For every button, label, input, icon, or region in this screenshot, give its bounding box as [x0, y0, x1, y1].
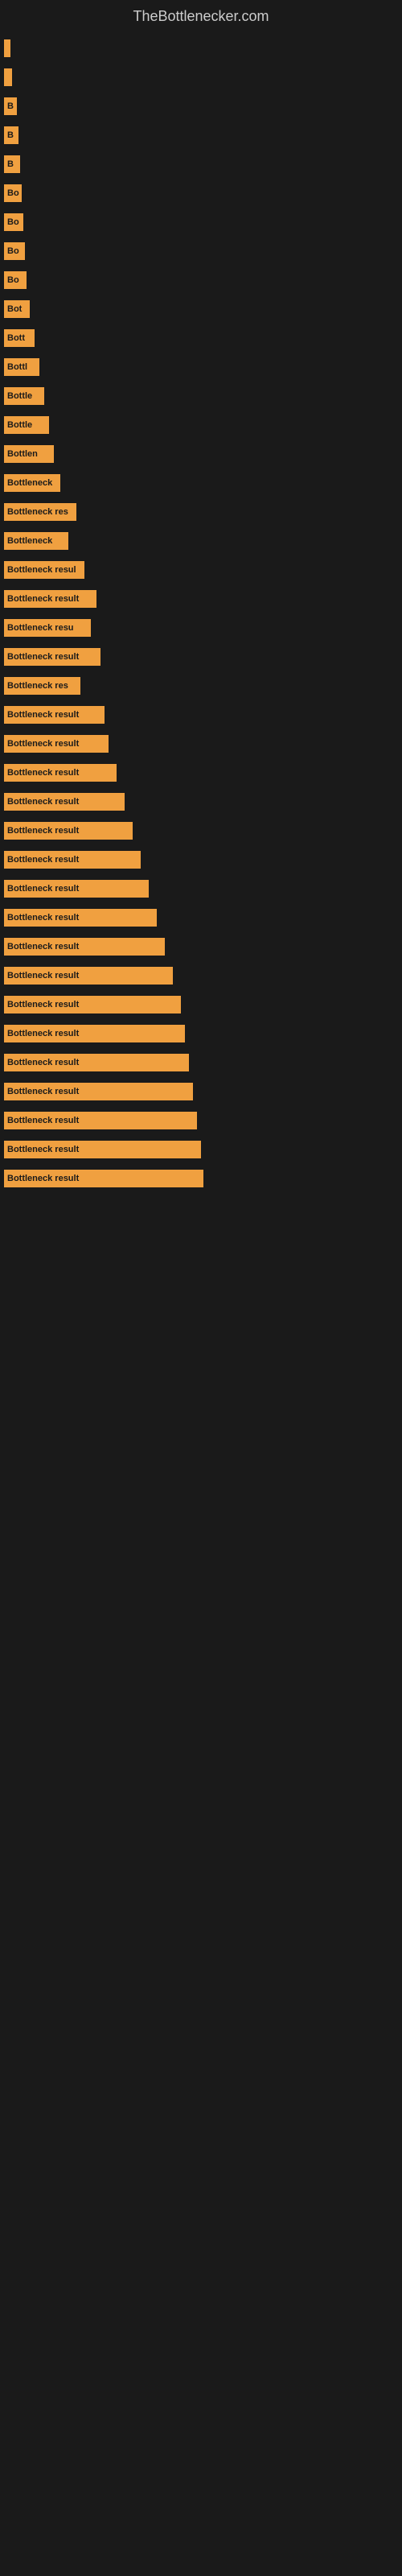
bar-row: Bottleneck res	[4, 501, 394, 523]
bar-row: Bottleneck result	[4, 1167, 394, 1190]
bar-row: B	[4, 95, 394, 118]
bar-row: Bottlen	[4, 443, 394, 465]
bar-item: Bottleneck	[4, 532, 68, 550]
bar-row: Bo	[4, 269, 394, 291]
bar-item: Bottleneck result	[4, 706, 105, 724]
bar-item: B	[4, 126, 18, 144]
bar-row: Bottleneck result	[4, 733, 394, 755]
bar-item: Bottle	[4, 416, 49, 434]
bar-item: Bottl	[4, 358, 39, 376]
bar-item: Bott	[4, 329, 35, 347]
bar-row: Bottleneck result	[4, 993, 394, 1016]
bar-item: Bottleneck result	[4, 967, 173, 985]
bar-row: Bottleneck result	[4, 704, 394, 726]
bars-container: BBBBoBoBoBoBotBottBottlBottleBottleBottl…	[0, 29, 402, 1204]
bar-item: Bottleneck resul	[4, 561, 84, 579]
bar-item: Bottleneck result	[4, 1141, 201, 1158]
bar-item: Bottleneck result	[4, 996, 181, 1013]
bar-item	[4, 68, 12, 86]
bar-row: B	[4, 153, 394, 175]
bar-row: Bottleneck result	[4, 646, 394, 668]
bar-row: Bottl	[4, 356, 394, 378]
bar-row: Bo	[4, 240, 394, 262]
bar-row: B	[4, 124, 394, 147]
bar-item: Bottleneck result	[4, 1025, 185, 1042]
bar-item: Bottleneck result	[4, 822, 133, 840]
bar-row: Bottleneck	[4, 530, 394, 552]
bar-row: Bottleneck result	[4, 1109, 394, 1132]
bar-row: Bottle	[4, 385, 394, 407]
bar-item: Bottleneck result	[4, 590, 96, 608]
bar-item: Bo	[4, 242, 25, 260]
bar-row	[4, 66, 394, 89]
bar-item: Bottleneck result	[4, 909, 157, 927]
bar-row: Bottleneck result	[4, 819, 394, 842]
bar-item: B	[4, 97, 17, 115]
site-title: TheBottlenecker.com	[0, 0, 402, 29]
bar-item: Bottleneck result	[4, 1170, 203, 1187]
bar-item: Bottleneck res	[4, 677, 80, 695]
bar-item: Bottleneck result	[4, 764, 117, 782]
bar-item: Bottleneck result	[4, 851, 141, 869]
bar-item: Bottle	[4, 387, 44, 405]
bar-item: Bottleneck result	[4, 938, 165, 956]
bar-item: Bottleneck result	[4, 1112, 197, 1129]
bar-row: Bottleneck result	[4, 877, 394, 900]
bar-row: Bott	[4, 327, 394, 349]
bar-item	[4, 39, 10, 57]
bar-item: Bottleneck result	[4, 735, 109, 753]
bar-row: Bottleneck result	[4, 935, 394, 958]
bar-row: Bottleneck result	[4, 964, 394, 987]
bar-row: Bottleneck result	[4, 1080, 394, 1103]
bar-item: Bot	[4, 300, 30, 318]
bar-row: Bottleneck result	[4, 1022, 394, 1045]
bar-row: Bot	[4, 298, 394, 320]
bar-item: Bottleneck result	[4, 1083, 193, 1100]
bar-row: Bottleneck result	[4, 762, 394, 784]
bar-row: Bottleneck resu	[4, 617, 394, 639]
bar-item: Bo	[4, 271, 27, 289]
bar-item: Bottleneck result	[4, 880, 149, 898]
bar-row: Bottleneck result	[4, 1138, 394, 1161]
bar-row: Bottleneck result	[4, 906, 394, 929]
bar-row: Bottleneck result	[4, 1051, 394, 1074]
bar-item: Bottleneck res	[4, 503, 76, 521]
bar-item: Bottleneck result	[4, 1054, 189, 1071]
bar-row: Bottleneck resul	[4, 559, 394, 581]
bar-item: Bottleneck	[4, 474, 60, 492]
bar-row: Bo	[4, 182, 394, 204]
bar-item: Bottleneck result	[4, 793, 125, 811]
bar-row	[4, 37, 394, 60]
bar-item: Bottlen	[4, 445, 54, 463]
bar-item: Bo	[4, 184, 22, 202]
bar-item: B	[4, 155, 20, 173]
bar-item: Bottleneck result	[4, 648, 100, 666]
bar-row: Bottleneck	[4, 472, 394, 494]
bar-item: Bottleneck resu	[4, 619, 91, 637]
bar-item: Bo	[4, 213, 23, 231]
bar-row: Bottleneck res	[4, 675, 394, 697]
bar-row: Bottleneck result	[4, 588, 394, 610]
bar-row: Bo	[4, 211, 394, 233]
bar-row: Bottleneck result	[4, 848, 394, 871]
bar-row: Bottleneck result	[4, 791, 394, 813]
bar-row: Bottle	[4, 414, 394, 436]
